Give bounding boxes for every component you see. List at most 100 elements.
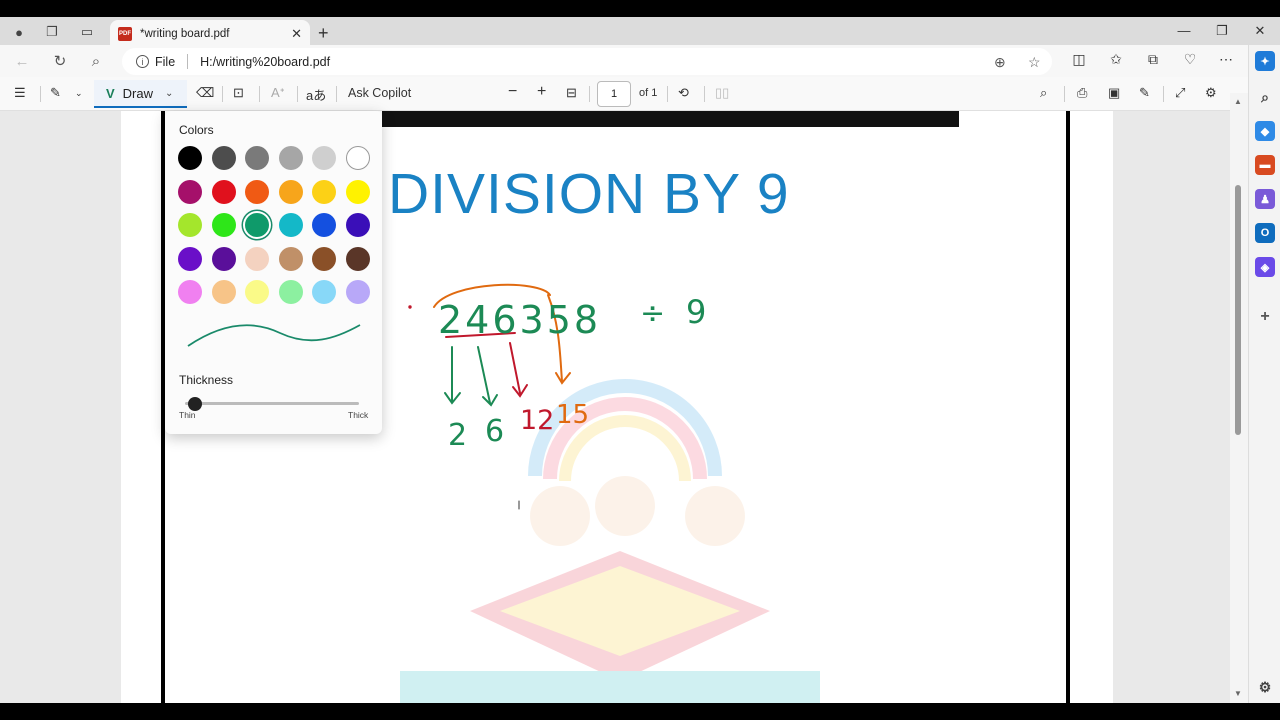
- color-swatch[interactable]: [345, 146, 370, 170]
- add-sidebar-app-icon[interactable]: +: [1255, 307, 1275, 327]
- highlight-chevron-icon[interactable]: ⌄: [75, 88, 83, 99]
- color-swatch[interactable]: [312, 246, 336, 271]
- thick-label: Thick: [348, 410, 369, 420]
- ask-copilot-button[interactable]: Ask Copilot: [348, 86, 411, 100]
- favorite-star-icon[interactable]: ☆: [1028, 54, 1041, 71]
- color-swatch[interactable]: [312, 280, 336, 304]
- copilot-icon[interactable]: ✦: [1255, 51, 1275, 71]
- eraser-icon[interactable]: ⌫: [196, 85, 214, 101]
- color-swatch[interactable]: [312, 146, 336, 170]
- page-number-input[interactable]: 1: [597, 81, 631, 107]
- read-aloud-icon[interactable]: Aᐩ: [271, 85, 285, 101]
- color-swatch[interactable]: [345, 179, 370, 204]
- pdf-settings-icon[interactable]: ⚙: [1205, 85, 1217, 101]
- tab-strip: ● ❐ ▭ PDF *writing board.pdf ✕ + — ❐ ✕: [0, 17, 1280, 47]
- color-swatch[interactable]: [278, 179, 303, 204]
- save-icon[interactable]: ▣: [1108, 85, 1120, 101]
- minimize-icon[interactable]: —: [1174, 23, 1194, 38]
- dividend-text: 246358: [438, 298, 601, 342]
- workspaces-icon[interactable]: ❐: [41, 22, 63, 42]
- color-swatch[interactable]: [245, 246, 269, 271]
- games-icon[interactable]: ♟: [1255, 189, 1275, 209]
- color-swatch[interactable]: [345, 246, 370, 271]
- sidebar-settings-icon[interactable]: ⚙: [1255, 677, 1275, 697]
- color-swatch[interactable]: [211, 280, 236, 304]
- fit-page-icon[interactable]: ⊟: [566, 85, 577, 101]
- zoom-out-button[interactable]: −: [508, 83, 517, 101]
- color-swatch[interactable]: [345, 213, 370, 237]
- thickness-heading: Thickness: [179, 373, 234, 387]
- translate-icon[interactable]: aあ: [306, 85, 326, 104]
- draw-chevron-icon[interactable]: ⌄: [165, 88, 173, 99]
- sidebar-search-icon[interactable]: ⌕: [1255, 87, 1275, 107]
- color-swatch[interactable]: [278, 213, 303, 237]
- color-swatch[interactable]: [178, 280, 202, 304]
- vertical-scrollbar[interactable]: ▲ ▼: [1230, 93, 1248, 703]
- color-swatch[interactable]: [178, 179, 202, 204]
- color-swatch[interactable]: [278, 146, 303, 170]
- color-swatch[interactable]: [211, 146, 236, 170]
- toolbar-divider: [667, 86, 668, 102]
- draw-button[interactable]: V Draw ⌄: [94, 80, 187, 108]
- back-icon[interactable]: ←: [12, 52, 32, 72]
- address-bar[interactable]: i File H:/writing%20board.pdf ⊕ ☆: [122, 48, 1052, 75]
- zoom-icon[interactable]: ⊕: [994, 54, 1006, 71]
- browser-essentials-icon[interactable]: ♡: [1179, 51, 1201, 68]
- page-view-icon[interactable]: ▯▯: [715, 85, 729, 101]
- toolbar-divider: [1163, 86, 1164, 102]
- close-tab-button[interactable]: ✕: [291, 26, 302, 42]
- color-swatch[interactable]: [178, 246, 202, 271]
- page-total: of 1: [639, 87, 658, 99]
- window-close-icon[interactable]: ✕: [1250, 23, 1270, 39]
- color-swatch[interactable]: [278, 246, 303, 271]
- collections-icon[interactable]: ⧉: [1142, 51, 1164, 68]
- print-icon[interactable]: ⎙: [1077, 85, 1087, 101]
- search-icon[interactable]: ⌕: [86, 52, 106, 72]
- toolbar-divider: [40, 86, 41, 102]
- address-prefix: File: [155, 54, 176, 69]
- scrollbar-thumb[interactable]: [1235, 185, 1241, 435]
- fullscreen-icon[interactable]: ⤢: [1175, 85, 1185, 101]
- color-swatch[interactable]: [178, 213, 202, 237]
- color-swatch[interactable]: [245, 280, 269, 304]
- vertical-tabs-icon[interactable]: ▭: [76, 22, 98, 42]
- color-swatch[interactable]: [312, 213, 336, 237]
- color-swatch[interactable]: [211, 246, 236, 271]
- restore-icon[interactable]: ❐: [1212, 23, 1232, 39]
- color-swatch[interactable]: [245, 213, 269, 237]
- zoom-in-button[interactable]: +: [537, 83, 546, 101]
- toolbar-divider: [297, 86, 298, 102]
- info-icon[interactable]: i: [136, 55, 149, 68]
- split-screen-icon[interactable]: ◫: [1068, 51, 1090, 68]
- color-swatch[interactable]: [278, 280, 303, 304]
- thickness-slider-thumb[interactable]: [188, 397, 203, 411]
- save-as-icon[interactable]: ✎: [1139, 85, 1150, 101]
- thickness-slider-track[interactable]: [185, 402, 359, 405]
- tab-writing-board[interactable]: PDF *writing board.pdf ✕: [110, 20, 310, 47]
- office-icon[interactable]: ◈: [1255, 257, 1275, 277]
- color-swatch[interactable]: [345, 280, 370, 304]
- color-swatch[interactable]: [245, 179, 269, 204]
- shopping-tag-icon[interactable]: ◆: [1255, 121, 1275, 141]
- new-tab-button[interactable]: +: [318, 23, 329, 44]
- color-swatch[interactable]: [211, 213, 236, 237]
- result-digit: 2: [448, 418, 467, 453]
- more-menu-icon[interactable]: ⋯: [1215, 51, 1237, 68]
- profile-icon[interactable]: ●: [8, 22, 30, 42]
- find-icon[interactable]: ⌕: [1040, 85, 1047, 101]
- result-digit: 6: [485, 414, 504, 449]
- refresh-icon[interactable]: ↻: [50, 52, 70, 72]
- color-swatch[interactable]: [312, 179, 336, 204]
- color-swatch[interactable]: [245, 146, 269, 170]
- scroll-down-icon[interactable]: ▼: [1234, 689, 1242, 698]
- contents-icon[interactable]: ☰: [14, 85, 26, 101]
- tools-icon[interactable]: ▬: [1255, 155, 1275, 175]
- scroll-up-icon[interactable]: ▲: [1234, 97, 1242, 106]
- favorites-icon[interactable]: ✩: [1105, 51, 1127, 68]
- color-swatch[interactable]: [178, 146, 202, 170]
- add-text-icon[interactable]: ⊡: [233, 85, 244, 101]
- highlight-icon[interactable]: ✎: [50, 85, 61, 101]
- rotate-icon[interactable]: ⟲: [678, 85, 689, 101]
- outlook-icon[interactable]: O: [1255, 223, 1275, 243]
- color-swatch[interactable]: [211, 179, 236, 204]
